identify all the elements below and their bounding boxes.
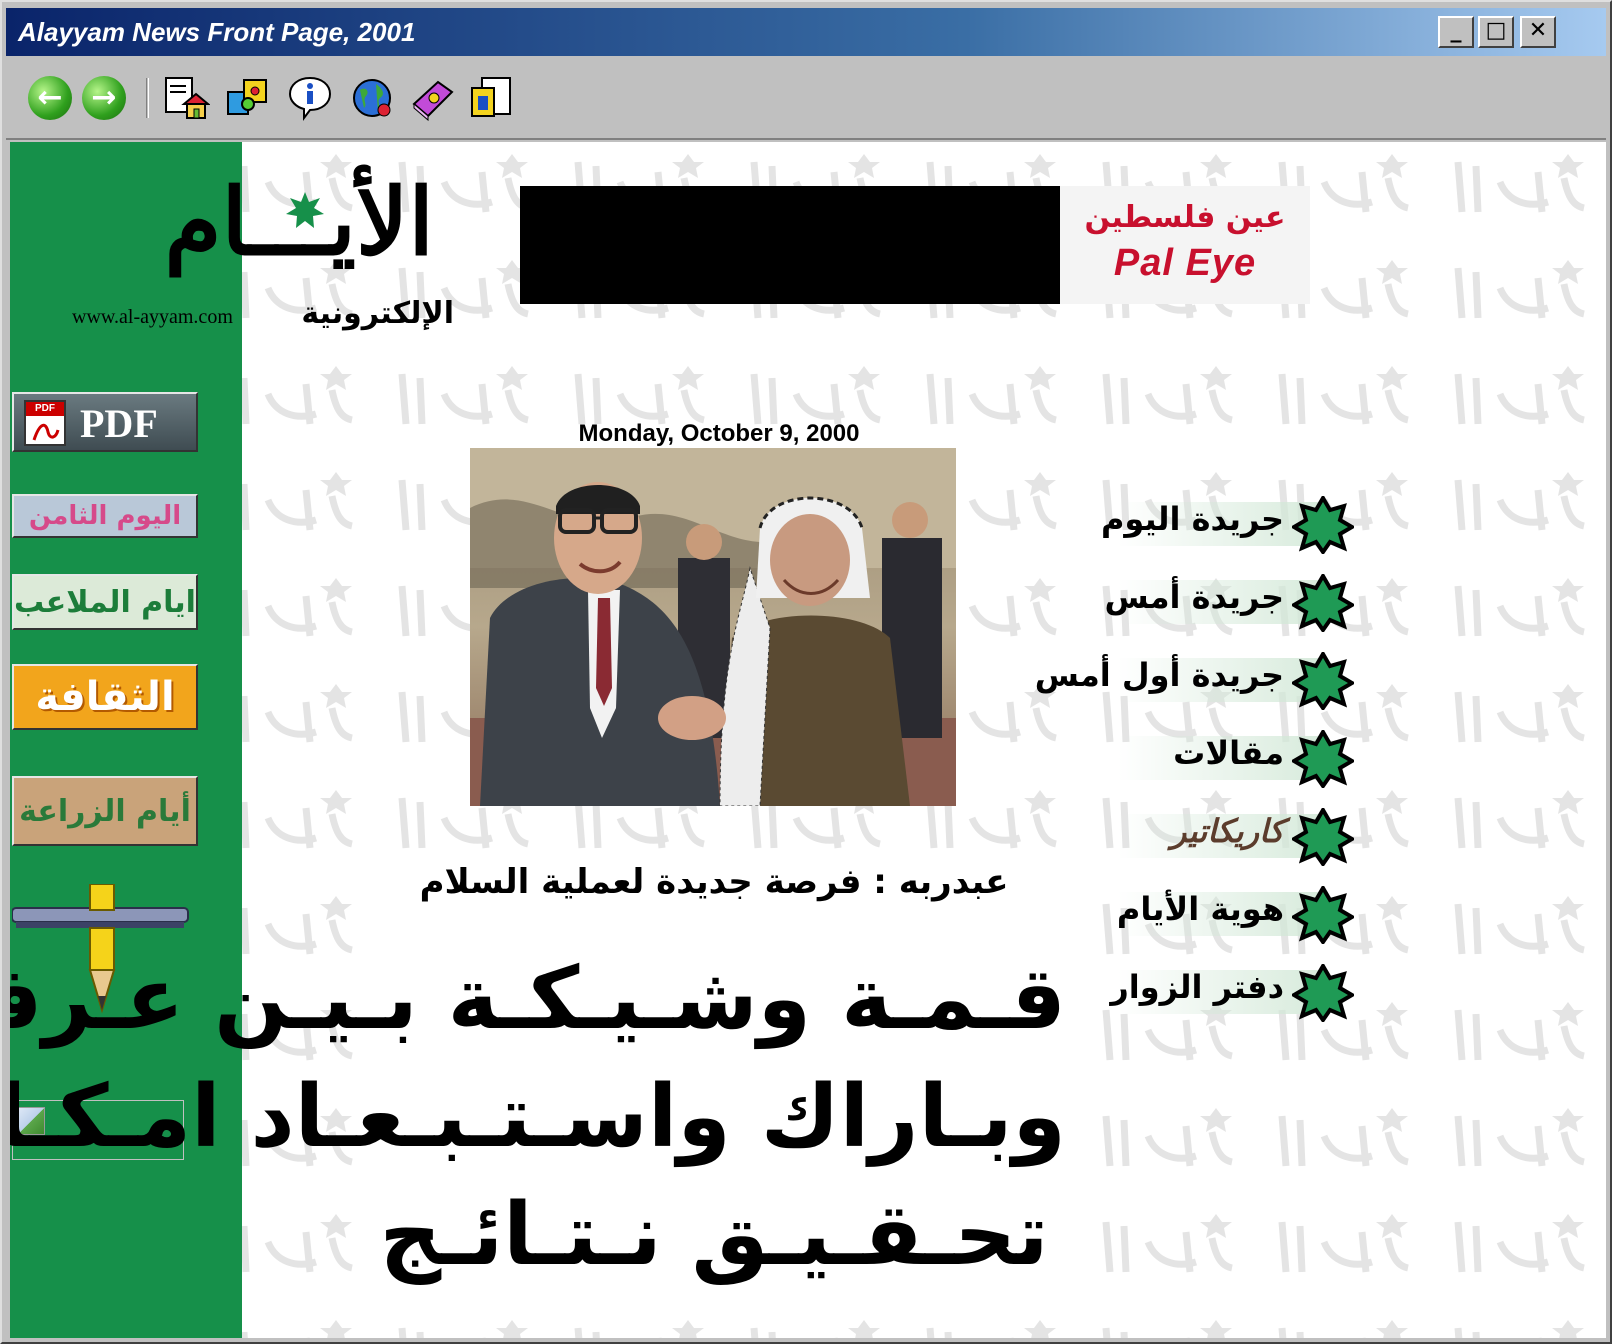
book-button[interactable] xyxy=(406,72,458,124)
info-button[interactable] xyxy=(284,72,336,124)
lead-news-photo[interactable] xyxy=(470,448,956,806)
green-star-icon xyxy=(1292,886,1354,944)
forward-button[interactable]: → xyxy=(78,72,130,124)
menu-alayyam-identity-label: هوية الأيام xyxy=(1116,890,1284,928)
pdf-file-icon: PDF xyxy=(24,400,66,446)
pdf-button[interactable]: PDF PDF xyxy=(12,392,198,452)
book-icon xyxy=(412,80,454,122)
pdf-label: PDF xyxy=(80,401,158,446)
back-arrow-icon: ← xyxy=(28,76,72,120)
paleye-arabic-text: عين فلسطين xyxy=(1084,200,1286,235)
page-viewport: الأيـــام الإلكترونية www.al-ayyam.com P… xyxy=(10,142,1606,1338)
green-star-icon xyxy=(1292,496,1354,554)
menu-articles-label: مقالات xyxy=(1173,734,1284,772)
banner-sports[interactable]: ايام الملاعب xyxy=(12,574,198,630)
banner-culture[interactable]: الثقافة xyxy=(12,664,198,730)
puzzle-button[interactable] xyxy=(222,72,274,124)
home-button[interactable] xyxy=(160,72,212,124)
toolbar: ← → xyxy=(6,58,1606,140)
green-star-icon xyxy=(1292,808,1354,866)
browser-window: Alayyam News Front Page, 2001 _ □ ✕ ← → xyxy=(0,0,1612,1344)
menu-yesterday-paper-label: جريدة أمس xyxy=(1104,578,1284,616)
banner-eighth-day-label: اليوم الثامن xyxy=(28,501,182,531)
toolbar-separator xyxy=(146,78,149,118)
headline-block[interactable]: عبدربه : فرصة جديدة لعملية السلام قـمـة … xyxy=(10,852,1066,1302)
banner-eighth-day[interactable]: اليوم الثامن xyxy=(12,494,198,538)
menu-articles[interactable]: مقالات xyxy=(1070,728,1354,788)
headline-line-3: تحـقـيـق نـتـائـج xyxy=(379,1185,1049,1285)
headline-line-2: وبـاراك واسـتـبـعـاد امـكـانـيـة xyxy=(10,1067,1066,1167)
logo-url: www.al-ayyam.com xyxy=(72,306,233,328)
logo-subtitle: الإلكترونية xyxy=(301,296,454,331)
menu-today-paper[interactable]: جريدة اليوم xyxy=(1070,494,1354,554)
menu-today-paper-label: جريدة اليوم xyxy=(1100,500,1284,538)
green-star-icon xyxy=(1292,730,1354,788)
menu-alayyam-identity[interactable]: هوية الأيام xyxy=(1070,884,1354,944)
banner-sports-label: ايام الملاعب xyxy=(14,584,196,620)
menu-caricature-label: كاريكاتير xyxy=(1171,812,1284,850)
banner-agriculture-label: أيام الزراعة xyxy=(19,793,191,829)
minimize-button[interactable]: _ xyxy=(1438,16,1474,48)
close-button[interactable]: ✕ xyxy=(1520,16,1556,48)
menu-guestbook[interactable]: دفتر الزوار xyxy=(1070,962,1354,1022)
headline-line-1: قـمـة وشـيـكـة بـيـن عـرفـات xyxy=(10,949,1066,1049)
maximize-icon: □ xyxy=(1485,18,1507,43)
sub-headline: عبدربه : فرصة جديدة لعملية السلام xyxy=(419,862,1009,902)
document-icon xyxy=(471,77,511,117)
home-page-icon xyxy=(165,77,210,119)
back-button[interactable]: ← xyxy=(24,72,76,124)
site-logo[interactable]: الأيـــام الإلكترونية www.al-ayyam.com xyxy=(72,176,472,346)
menu-yesterday-paper[interactable]: جريدة أمس xyxy=(1070,572,1354,632)
close-icon: ✕ xyxy=(1528,18,1548,43)
minimize-icon: _ xyxy=(1450,18,1462,43)
window-title: Alayyam News Front Page, 2001 xyxy=(18,17,416,47)
title-bar[interactable]: Alayyam News Front Page, 2001 _ □ ✕ xyxy=(6,8,1606,56)
puzzle-icon xyxy=(227,79,267,115)
green-star-icon xyxy=(1292,652,1354,710)
menu-caricature[interactable]: كاريكاتير xyxy=(1070,806,1354,866)
document-button[interactable] xyxy=(466,72,518,124)
menu-day-before-paper-label: جريدة أول أمس xyxy=(1034,656,1284,694)
issue-date: Monday, October 9, 2000 xyxy=(578,420,860,447)
banner-culture-label: الثقافة xyxy=(35,674,175,720)
globe-button[interactable] xyxy=(346,72,398,124)
menu-day-before-paper[interactable]: جريدة أول أمس xyxy=(1035,650,1354,710)
logo-text: الأيـــام xyxy=(164,168,435,276)
paleye-logo[interactable]: عين فلسطين Pal Eye xyxy=(1060,186,1310,304)
info-icon xyxy=(288,76,332,121)
ad-banner[interactable] xyxy=(520,186,1060,304)
paleye-english-text: Pal Eye xyxy=(1113,242,1257,284)
menu-guestbook-label: دفتر الزوار xyxy=(1110,968,1284,1006)
banner-agriculture[interactable]: أيام الزراعة xyxy=(12,776,198,846)
maximize-button[interactable]: □ xyxy=(1478,16,1514,48)
green-star-icon xyxy=(1292,574,1354,632)
forward-arrow-icon: → xyxy=(82,76,126,120)
globe-icon xyxy=(353,79,391,117)
green-star-icon xyxy=(1292,964,1354,1022)
